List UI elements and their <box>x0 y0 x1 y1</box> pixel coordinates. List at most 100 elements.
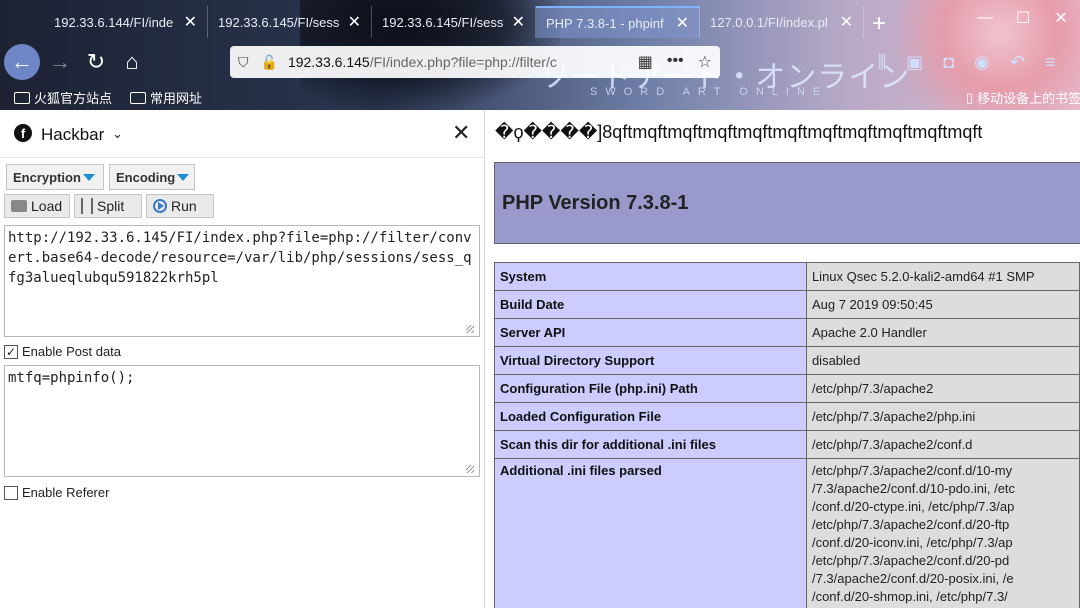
row-value: Apache 2.0 Handler <box>806 319 1079 347</box>
hackbar-header: f Hackbar ⌄ ✕ <box>0 110 485 158</box>
maximize-icon[interactable]: ☐ <box>1004 0 1042 36</box>
encoding-dropdown[interactable]: Encoding <box>109 164 195 190</box>
close-icon[interactable]: ✕ <box>840 12 853 32</box>
bookmark-label: 火狐官方站点 <box>34 88 112 107</box>
url-host: 192.33.6.145 <box>288 54 370 70</box>
enable-referer-checkbox[interactable]: Enable Referer <box>4 485 109 500</box>
reload-icon[interactable]: ↻ <box>78 44 114 80</box>
pocket-icon[interactable]: ◘ <box>943 52 954 73</box>
tab-bar: 192.33.6.144/FI/inde ✕ 192.33.6.145/FI/s… <box>0 4 1080 38</box>
run-icon <box>153 199 167 213</box>
table-row: Virtual Directory Support disabled <box>495 347 1080 375</box>
close-window-icon[interactable]: ✕ <box>1042 0 1080 36</box>
row-value: Aug 7 2019 09:50:45 <box>806 291 1079 319</box>
menu-icon[interactable]: ≡ <box>1045 52 1056 73</box>
tab-5[interactable]: 127.0.0.1/FI/index.pl ✕ <box>700 6 864 38</box>
home-icon[interactable]: ⌂ <box>114 44 150 80</box>
close-icon[interactable]: ✕ <box>676 13 689 33</box>
checkbox-unchecked-icon[interactable] <box>4 486 18 500</box>
browser-chrome: ソードアート・オンライン SWORD ART ONLINE 192.33.6.1… <box>0 0 1080 110</box>
hackbar-title[interactable]: Hackbar <box>41 125 104 145</box>
post-data-textarea[interactable]: mtfq=phpinfo(); <box>4 365 480 477</box>
bookmark-mobile[interactable]: ▯ 移动设备上的书签 <box>966 88 1080 107</box>
row-value-multiline: /etc/php/7.3/apache2/conf.d/10-my /7.3/a… <box>806 459 1079 608</box>
dropdown-arrow-icon <box>177 174 189 181</box>
phpinfo-table: System Linux Qsec 5.2.0-kali2-amd64 #1 S… <box>494 262 1080 608</box>
encryption-label: Encryption <box>13 170 81 185</box>
address-bar[interactable]: ⛉ 🔓 192.33.6.145 /FI/index.php?file=php:… <box>230 46 720 78</box>
bookmark-star-icon[interactable]: ☆ <box>698 52 712 72</box>
table-row: Configuration File (php.ini) Path /etc/p… <box>495 375 1080 403</box>
insecure-lock-icon[interactable]: 🔓 <box>261 54 278 71</box>
minimize-icon[interactable]: — <box>966 0 1004 36</box>
row-key: Build Date <box>495 291 807 319</box>
ini-line: /etc/php/7.3/apache2/conf.d/10-my <box>812 462 1074 480</box>
row-value: disabled <box>806 347 1079 375</box>
tab-3[interactable]: 192.33.6.145/FI/sessi ✕ <box>372 6 536 38</box>
back-icon[interactable]: ← <box>4 44 40 80</box>
tab-1[interactable]: 192.33.6.144/FI/inde ✕ <box>44 6 208 38</box>
shield-icon[interactable]: ⛉ <box>238 54 249 71</box>
close-icon[interactable]: ✕ <box>184 12 197 32</box>
split-icon <box>81 198 93 214</box>
enable-post-checkbox[interactable]: ✓ Enable Post data <box>4 344 121 359</box>
account-icon[interactable]: ◉ <box>974 52 990 73</box>
table-row: Scan this dir for additional .ini files … <box>495 431 1080 459</box>
qr-code-icon[interactable]: ▦ <box>638 52 653 72</box>
enable-referer-label: Enable Referer <box>22 485 109 500</box>
close-icon[interactable]: ✕ <box>348 12 361 32</box>
ini-line: /7.3/apache2/conf.d/10-pdo.ini, /etc <box>812 480 1074 498</box>
new-tab-icon[interactable]: + <box>872 10 886 38</box>
library-icon[interactable]: ⫼ <box>878 52 886 73</box>
bookmarks-toolbar: 火狐官方站点 常用网址 ▯ 移动设备上的书签 <box>0 86 1080 108</box>
table-row: Server API Apache 2.0 Handler <box>495 319 1080 347</box>
tab-2[interactable]: 192.33.6.145/FI/sessi ✕ <box>208 6 372 38</box>
sidebar-icon[interactable]: ▣ <box>906 52 923 73</box>
undo-icon[interactable]: ↶ <box>1010 52 1025 73</box>
tab-title: 192.33.6.144/FI/inde <box>54 15 176 30</box>
encryption-dropdown[interactable]: Encryption <box>6 164 104 190</box>
enable-post-label: Enable Post data <box>22 344 121 359</box>
url-textarea[interactable]: http://192.33.6.145/FI/index.php?file=ph… <box>4 225 480 337</box>
hackbar-logo-icon: f <box>14 124 32 142</box>
run-button[interactable]: Run <box>146 194 214 218</box>
row-key: Server API <box>495 319 807 347</box>
toolbar-extensions: ⫼ ▣ ◘ ◉ ↶ ≡ <box>878 52 1056 73</box>
php-version-title: PHP Version 7.3.8-1 <box>502 192 688 215</box>
tab-4-active[interactable]: PHP 7.3.8-1 - phpinf ✕ <box>536 6 700 38</box>
checkbox-checked-icon[interactable]: ✓ <box>4 345 18 359</box>
close-icon[interactable]: ✕ <box>452 120 470 146</box>
tab-title: 127.0.0.1/FI/index.pl <box>710 15 832 30</box>
row-value: Linux Qsec 5.2.0-kali2-amd64 #1 SMP <box>806 263 1079 291</box>
navigation-toolbar: ← → ↻ ⌂ ⛉ 🔓 192.33.6.145 /FI/index.php?f… <box>0 40 1080 84</box>
table-row: System Linux Qsec 5.2.0-kali2-amd64 #1 S… <box>495 263 1080 291</box>
row-key: Loaded Configuration File <box>495 403 807 431</box>
forward-icon[interactable]: → <box>42 44 78 80</box>
split-button[interactable]: Split <box>74 194 142 218</box>
load-button[interactable]: Load <box>4 194 70 218</box>
resize-grip-icon[interactable] <box>466 465 474 473</box>
ini-line: /conf.d/20-iconv.ini, /etc/php/7.3/ap <box>812 534 1074 552</box>
hackbar-panel: f Hackbar ⌄ ✕ Encryption Encoding Load S… <box>0 110 485 608</box>
row-key: System <box>495 263 807 291</box>
bookmark-firefox-official[interactable]: 火狐官方站点 <box>14 88 112 107</box>
bookmark-label: 移动设备上的书签 <box>977 88 1080 107</box>
close-icon[interactable]: ✕ <box>512 12 525 32</box>
ini-line: /conf.d/20-ctype.ini, /etc/php/7.3/ap <box>812 498 1074 516</box>
php-version-header: PHP Version 7.3.8-1 <box>494 162 1080 244</box>
bookmark-common-sites[interactable]: 常用网址 <box>130 88 202 107</box>
row-key: Virtual Directory Support <box>495 347 807 375</box>
table-row: Build Date Aug 7 2019 09:50:45 <box>495 291 1080 319</box>
row-key: Configuration File (php.ini) Path <box>495 375 807 403</box>
more-actions-icon[interactable]: ••• <box>667 52 684 72</box>
ini-line: /7.3/apache2/conf.d/20-posix.ini, /e <box>812 570 1074 588</box>
mobile-icon: ▯ <box>966 90 973 106</box>
tab-title: PHP 7.3.8-1 - phpinf <box>546 16 668 31</box>
row-value: /etc/php/7.3/apache2 <box>806 375 1079 403</box>
chevron-down-icon[interactable]: ⌄ <box>112 126 123 142</box>
resize-grip-icon[interactable] <box>466 325 474 333</box>
ini-line: /etc/php/7.3/apache2/conf.d/20-ftp <box>812 516 1074 534</box>
row-value: /etc/php/7.3/apache2/conf.d <box>806 431 1079 459</box>
ini-line: /conf.d/20-shmop.ini, /etc/php/7.3/ <box>812 588 1074 606</box>
load-label: Load <box>31 198 62 214</box>
